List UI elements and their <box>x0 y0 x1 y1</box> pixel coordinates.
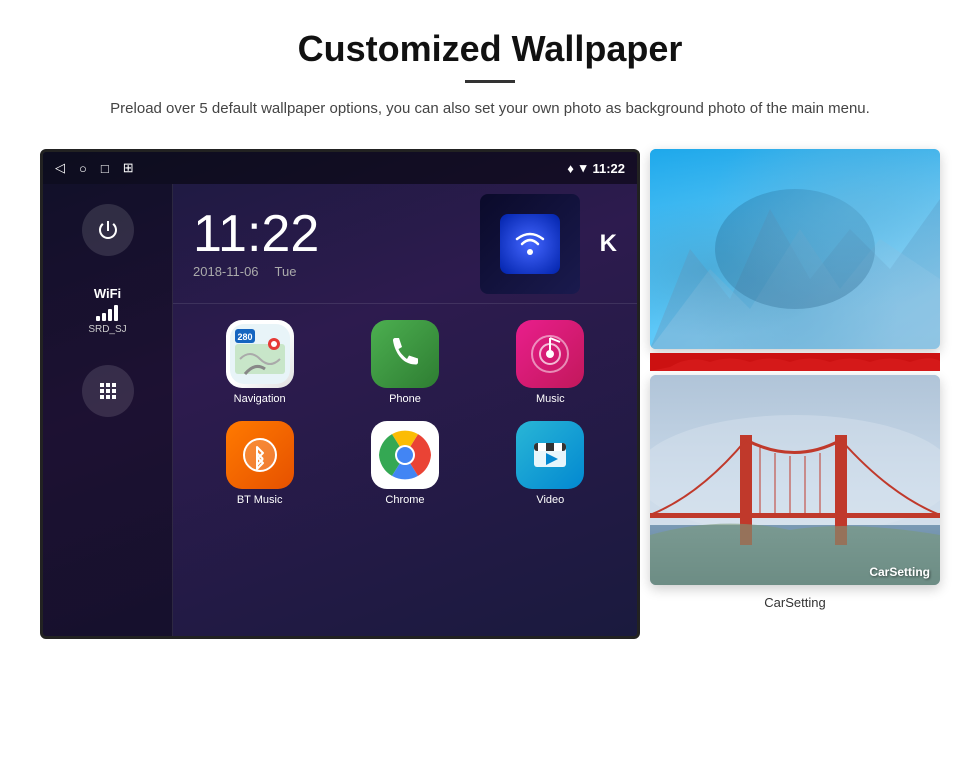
wifi-bar-3 <box>108 309 112 321</box>
car-strip-svg <box>650 353 940 371</box>
page-header: Customized Wallpaper Preload over 5 defa… <box>0 0 980 139</box>
app-grid: 280 Navigation <box>173 304 637 522</box>
app-chrome[interactable]: Chrome <box>334 415 475 512</box>
wallpaper-ice-cave[interactable] <box>650 149 940 349</box>
wifi-bar-2 <box>102 313 106 321</box>
clock-time: 11:22 <box>193 208 450 260</box>
day-text: Tue <box>275 264 297 279</box>
wallpaper-carsetting[interactable]: CarSetting <box>650 375 940 585</box>
status-bar: ◁ ○ □ ⊞ ♦ ▾ 11:22 <box>43 152 637 184</box>
back-icon[interactable]: ◁ <box>55 160 65 176</box>
navigation-map-icon: 280 <box>230 324 290 384</box>
phone-svg-icon <box>385 334 425 374</box>
page-wrapper: Customized Wallpaper Preload over 5 defa… <box>0 0 980 639</box>
navigation-label: Navigation <box>234 393 286 405</box>
status-time: 11:22 <box>592 161 625 176</box>
music-svg-icon <box>530 334 570 374</box>
page-title: Customized Wallpaper <box>80 28 900 70</box>
wifi-icon: ▾ <box>580 160 587 176</box>
date-text: 2018-11-06 <box>193 264 259 279</box>
wifi-ssid: SRD_SJ <box>88 324 126 335</box>
app-video[interactable]: Video <box>480 415 621 512</box>
wifi-bar-4 <box>114 305 118 321</box>
car-strip <box>650 353 940 371</box>
app-music[interactable]: Music <box>480 314 621 411</box>
video-icon <box>516 421 584 489</box>
photo-icon[interactable]: ⊞ <box>123 160 134 176</box>
music-icon <box>516 320 584 388</box>
video-label: Video <box>536 494 564 506</box>
ki-text: K <box>600 230 617 258</box>
golden-gate-svg <box>650 375 940 585</box>
chrome-label: Chrome <box>385 494 424 506</box>
chrome-icon <box>371 421 439 489</box>
power-icon <box>96 218 120 242</box>
broadcast-icon <box>510 224 550 264</box>
phone-icon <box>371 320 439 388</box>
app-btmusic[interactable]: BT Music <box>189 415 330 512</box>
video-svg-icon <box>530 435 570 475</box>
apps-icon <box>96 379 120 403</box>
screen-center: 11:22 2018-11-06 Tue <box>173 184 637 636</box>
title-divider <box>465 80 515 83</box>
media-widget[interactable] <box>480 194 580 294</box>
ice-overlay <box>650 149 940 349</box>
main-content: ◁ ○ □ ⊞ ♦ ▾ 11:22 <box>0 139 980 639</box>
svg-text:280: 280 <box>237 332 252 342</box>
carsetting-overlay-label: CarSetting <box>869 565 930 579</box>
clock-row: 11:22 2018-11-06 Tue <box>173 184 637 304</box>
btmusic-svg-icon <box>240 435 280 475</box>
status-right: ♦ ▾ 11:22 <box>567 160 625 176</box>
carsetting-label: CarSetting <box>650 595 940 610</box>
gps-icon: ♦ <box>567 161 574 176</box>
clock-area: 11:22 2018-11-06 Tue <box>173 184 470 303</box>
clock-date: 2018-11-06 Tue <box>193 264 450 279</box>
recent-icon[interactable]: □ <box>101 161 109 176</box>
wifi-bar-1 <box>96 316 100 321</box>
app-phone[interactable]: Phone <box>334 314 475 411</box>
btmusic-icon <box>226 421 294 489</box>
navigation-icon: 280 <box>226 320 294 388</box>
android-screen: ◁ ○ □ ⊞ ♦ ▾ 11:22 <box>40 149 640 639</box>
wifi-widget[interactable]: WiFi SRD_SJ <box>88 286 126 335</box>
apps-button[interactable] <box>82 365 134 417</box>
screen-body: WiFi SRD_SJ <box>43 184 637 636</box>
page-subtitle: Preload over 5 default wallpaper options… <box>80 97 900 121</box>
phone-label: Phone <box>389 393 421 405</box>
top-right-icons: K <box>590 184 637 303</box>
wifi-label: WiFi <box>88 286 126 301</box>
power-button[interactable] <box>82 204 134 256</box>
status-left: ◁ ○ □ ⊞ <box>55 160 134 176</box>
wallpaper-thumbnails: CarSetting CarSetting <box>650 149 940 610</box>
btmusic-label: BT Music <box>237 494 283 506</box>
app-navigation[interactable]: 280 Navigation <box>189 314 330 411</box>
sidebar: WiFi SRD_SJ <box>43 184 173 636</box>
home-icon[interactable]: ○ <box>79 161 87 176</box>
music-label: Music <box>536 393 565 405</box>
wifi-bars <box>88 305 126 321</box>
chrome-svg-icon <box>377 427 433 483</box>
media-icon <box>500 214 560 274</box>
